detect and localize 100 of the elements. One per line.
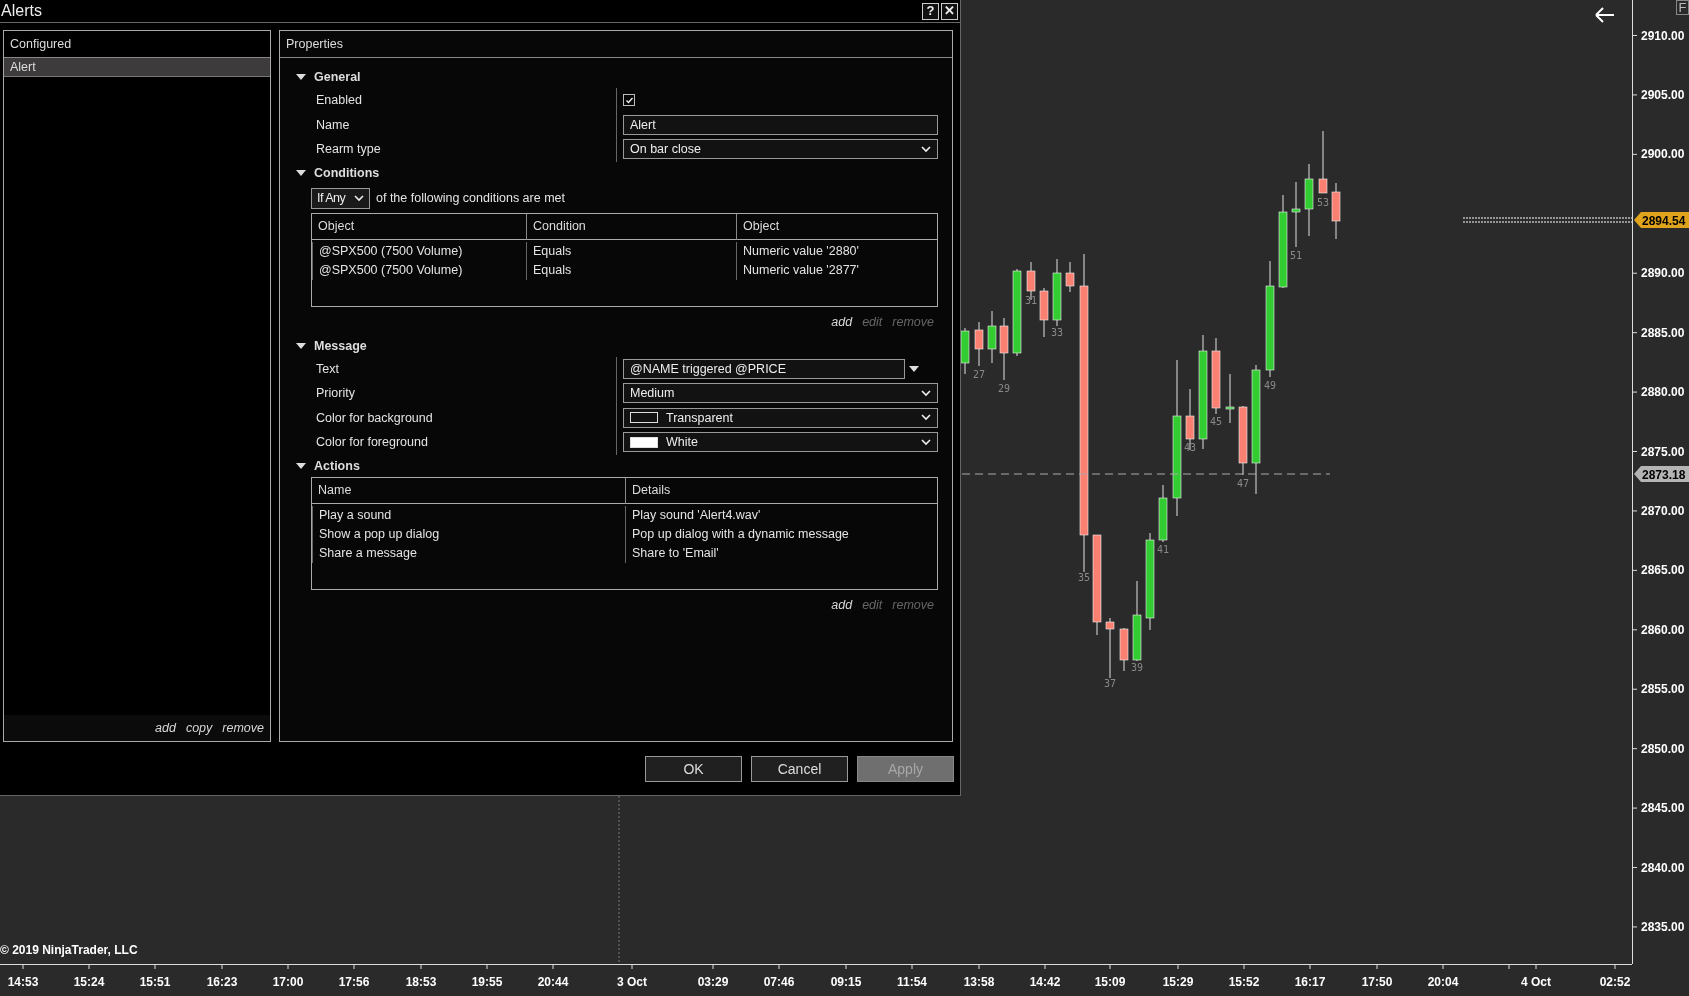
table-cell: Show a pop up dialog — [312, 524, 625, 544]
property-label: Enabled — [315, 92, 363, 110]
bar-number-label: 39 — [1131, 662, 1143, 673]
bar-number-label: 49 — [1264, 380, 1276, 391]
time-label: 3 Oct — [617, 975, 647, 989]
bar-number-label: 53 — [1317, 197, 1329, 208]
time-label: 20:04 — [1427, 975, 1459, 989]
link[interactable]: add — [831, 314, 853, 329]
list-item[interactable]: Alert — [4, 58, 270, 77]
property-label: Priority — [315, 385, 356, 403]
table-cell: Equals — [526, 241, 736, 261]
price-label: 2905.00 — [1641, 87, 1685, 102]
column-header: Object — [736, 213, 937, 240]
chevron-down-icon — [921, 438, 931, 446]
link[interactable]: add — [155, 721, 176, 735]
candlestick — [1105, 617, 1115, 679]
triangle-icon — [296, 461, 306, 470]
candlestick — [1119, 627, 1129, 672]
dropdown-arrow-icon[interactable] — [909, 365, 919, 372]
dropdown[interactable]: Medium — [623, 383, 938, 404]
dropdown[interactable]: White — [623, 432, 938, 453]
copyright-text: © 2019 NinjaTrader, LLC — [0, 943, 138, 957]
time-label: 16:23 — [206, 975, 238, 989]
mode-dropdown[interactable]: If Any — [311, 187, 370, 209]
section-header[interactable]: Message — [292, 334, 367, 357]
table-cell: Play a sound — [312, 505, 625, 525]
dialog-button[interactable]: Cancel — [751, 755, 848, 782]
window-title: Alerts — [1, 2, 42, 20]
table-cell: Play sound 'Alert4.wav' — [625, 505, 937, 525]
price-label: 2860.00 — [1641, 622, 1685, 637]
bar-number-label: 31 — [1025, 295, 1037, 306]
color-swatch — [630, 412, 658, 424]
candlestick — [960, 327, 970, 375]
dropdown[interactable]: Transparent — [623, 407, 938, 428]
time-label: 15:51 — [139, 975, 171, 989]
time-label: 02:52 — [1599, 975, 1631, 989]
price-label: 2890.00 — [1641, 266, 1685, 281]
bar-number-label: 37 — [1104, 678, 1116, 689]
time-label: 20:44 — [537, 975, 569, 989]
candlestick — [999, 317, 1009, 381]
checkbox[interactable] — [623, 94, 635, 107]
bar-number-label: 27 — [973, 369, 985, 380]
price-label: 2900.00 — [1641, 147, 1685, 162]
chevron-down-icon — [921, 389, 931, 397]
time-label: 15:52 — [1228, 975, 1260, 989]
triangle-icon — [296, 168, 306, 177]
back-arrow-icon[interactable] — [1595, 7, 1615, 23]
time-label: 19:55 — [471, 975, 503, 989]
table-cell: Numeric value '2880' — [736, 241, 937, 261]
price-label: 2885.00 — [1641, 325, 1685, 340]
price-label: 2870.00 — [1641, 503, 1685, 518]
panel-button[interactable]: F — [1676, 0, 1689, 15]
price-line-marker: 2873.18 — [1634, 466, 1689, 482]
price-label: 2835.00 — [1641, 919, 1685, 934]
time-label: 4 Oct — [1521, 975, 1551, 989]
link[interactable]: add — [831, 597, 853, 612]
time-label: 18:53 — [405, 975, 437, 989]
time-label: 17:00 — [272, 975, 304, 989]
link[interactable]: copy — [185, 721, 213, 735]
time-label: 17:50 — [1361, 975, 1393, 989]
help-button[interactable]: ? — [922, 2, 939, 20]
section-header[interactable]: Conditions — [292, 161, 380, 184]
dialog-button[interactable]: OK — [645, 755, 742, 782]
chevron-down-icon — [921, 145, 931, 153]
candlestick — [1291, 181, 1301, 248]
table-cell: Share to 'Email' — [625, 543, 937, 563]
time-label: 14:53 — [7, 975, 39, 989]
time-label: 13:58 — [963, 975, 995, 989]
panel-header: Properties — [280, 31, 952, 58]
bar-number-label: 47 — [1237, 478, 1249, 489]
time-label: 11:54 — [897, 975, 927, 989]
property-label: Color for foreground — [315, 434, 429, 452]
time-label: 16:17 — [1294, 975, 1326, 989]
dropdown[interactable]: On bar close — [623, 139, 938, 160]
price-label: 2875.00 — [1641, 444, 1685, 459]
column-header: Condition — [526, 213, 736, 240]
table-cell: Equals — [526, 260, 736, 280]
section-header[interactable]: General — [292, 66, 361, 88]
candlestick — [1039, 287, 1049, 338]
time-label: 15:09 — [1094, 975, 1126, 989]
section-header[interactable]: Actions — [292, 454, 360, 477]
time-label: 14:42 — [1029, 975, 1061, 989]
candlestick — [1065, 261, 1075, 293]
candlestick — [1052, 258, 1062, 327]
column-header: Object — [312, 213, 526, 240]
price-label: 2865.00 — [1641, 563, 1685, 578]
column-header: Details — [625, 477, 937, 504]
time-label: 15:24 — [73, 975, 105, 989]
table-cell: @SPX500 (7500 Volume) — [312, 241, 526, 261]
table-cell: @SPX500 (7500 Volume) — [312, 260, 526, 280]
close-button[interactable]: ✕ — [941, 2, 958, 20]
column-header: Name — [312, 477, 625, 504]
candlestick — [987, 310, 997, 364]
candlestick — [1225, 373, 1235, 424]
text-field[interactable]: @NAME triggered @PRICE — [623, 358, 905, 379]
time-label: 07:46 — [763, 975, 795, 989]
triangle-icon — [296, 341, 306, 350]
table-cell: Pop up dialog with a dynamic message — [625, 524, 937, 544]
link[interactable]: remove — [222, 721, 264, 735]
text-field[interactable]: Alert — [623, 114, 938, 135]
